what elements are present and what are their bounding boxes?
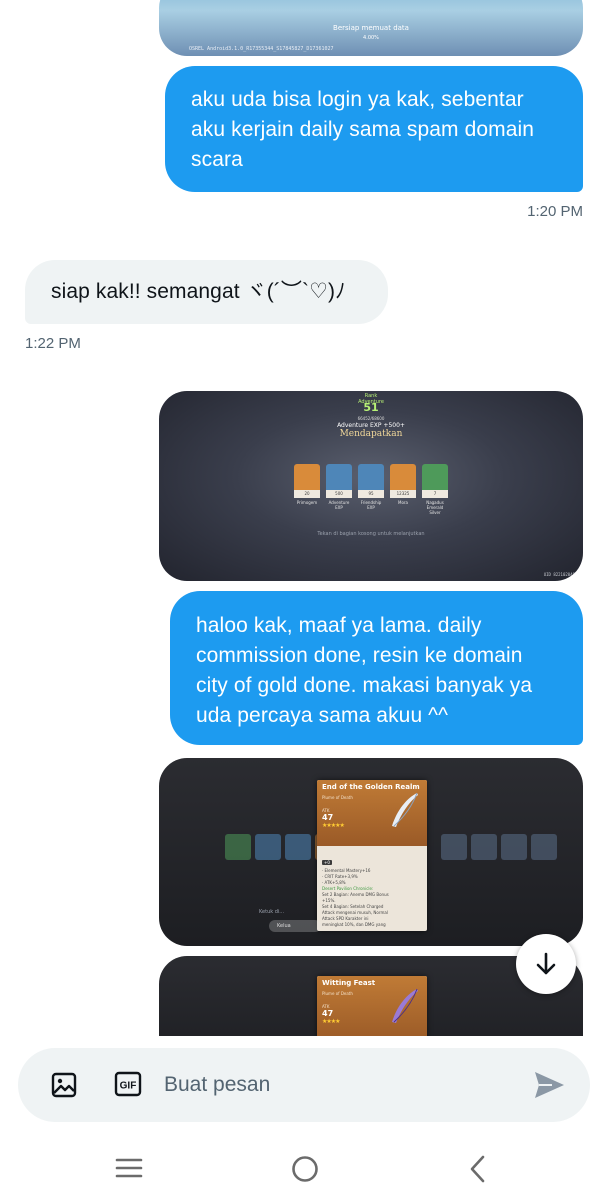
loading-text: Bersiap memuat data <box>333 24 409 32</box>
reward-count: 7 <box>422 490 448 498</box>
reward-item: 95 Friendship EXP <box>358 464 384 515</box>
message-outgoing[interactable]: aku uda bisa login ya kak, sebentar aku … <box>165 66 583 192</box>
artifact-level: +0 <box>322 860 332 865</box>
item-icon <box>255 834 281 860</box>
image-attachment-artifact[interactable]: End of the Golden Realm Plume of Death A… <box>159 758 583 946</box>
item-icon <box>225 834 251 860</box>
dm-conversation-screen: Bersiap memuat data 4.00% OSREL Android3… <box>0 0 608 1200</box>
artifact-card: Witting Feast Plume of Death ATK 47 ★★★★ <box>317 976 427 1042</box>
system-navigation-bar <box>0 1136 608 1200</box>
gif-icon[interactable]: GIF <box>114 1070 142 1098</box>
message-composer: GIF Buat pesan <box>18 1048 590 1122</box>
uid-text: UID 822102049 <box>543 572 575 577</box>
emerald-silver-icon <box>422 464 448 490</box>
image-attachment-loading-screen[interactable]: Bersiap memuat data 4.00% OSREL Android3… <box>159 0 583 56</box>
message-timestamp: 1:22 PM <box>25 335 81 352</box>
feather-icon <box>392 988 418 1023</box>
artifact-card: End of the Golden Realm Plume of Death A… <box>317 780 427 931</box>
artifact-card-body: +0 · Elemental Mastery+16 · CRIT Rate+3,… <box>317 846 427 931</box>
reward-item: 7 Nagadus Emerald Silver <box>422 464 448 515</box>
message-incoming[interactable]: siap kak!! semangat ヾ(´︶`♡)ﾉ <box>25 260 388 324</box>
continue-hint: Tekan di bagian kosong untuk melanjutkan <box>317 531 425 537</box>
artifact-card-header: Witting Feast Plume of Death ATK 47 ★★★★ <box>317 976 427 1042</box>
xp-progress: 66452/68600 <box>357 416 385 421</box>
home-icon[interactable] <box>290 1154 320 1184</box>
reward-count: 500 <box>326 490 352 498</box>
reward-name: Friendship EXP <box>360 500 382 510</box>
tap-hint: Ketuk di... <box>259 909 285 915</box>
item-icon <box>441 834 467 860</box>
item-icon <box>501 834 527 860</box>
artifact-set-line: meningkat 10%, dan DMG yang <box>322 922 386 927</box>
reward-name: Primogem <box>296 500 318 505</box>
send-icon[interactable] <box>532 1070 566 1100</box>
reward-items: 20 Primogem 500 Adventure EXP 95 Friends… <box>294 464 448 515</box>
reward-item: 12325 Mora <box>390 464 416 515</box>
rank-number: 51 <box>363 401 379 414</box>
arrow-down-icon <box>536 952 556 975</box>
reward-title: Mendapatkan <box>339 429 403 439</box>
xp-gain: Adventure EXP +500+ <box>337 422 405 429</box>
reward-count: 20 <box>294 490 320 498</box>
reward-count: 95 <box>358 490 384 498</box>
reward-count: 12325 <box>390 490 416 498</box>
image-attachment-rewards[interactable]: Rank Adventure 51 66452/68600 Adventure … <box>159 391 583 581</box>
back-icon[interactable] <box>466 1154 490 1184</box>
composer-area: GIF Buat pesan <box>0 1036 608 1136</box>
recent-apps-icon[interactable] <box>114 1154 144 1182</box>
message-timestamp: 1:20 PM <box>527 203 583 220</box>
primogem-icon <box>294 464 320 490</box>
artifact-card-header: End of the Golden Realm Plume of Death A… <box>317 780 427 846</box>
background-items-right <box>441 834 557 860</box>
reward-name: Mora <box>398 500 408 505</box>
friendship-exp-icon <box>358 464 384 490</box>
gif-label: GIF <box>120 1081 137 1092</box>
mora-icon <box>390 464 416 490</box>
reward-item: 500 Adventure EXP <box>326 464 352 515</box>
item-icon <box>531 834 557 860</box>
message-outgoing[interactable]: haloo kak, maaf ya lama. daily commissio… <box>170 591 583 745</box>
item-icon <box>285 834 311 860</box>
build-text: OSREL Android3.1.0_R17355344_S17845827_D… <box>189 46 334 52</box>
adventure-exp-icon <box>326 464 352 490</box>
reward-item: 20 Primogem <box>294 464 320 515</box>
message-input[interactable]: Buat pesan <box>164 1073 270 1097</box>
reward-name: Nagadus Emerald Silver <box>426 500 444 515</box>
feather-icon <box>392 792 418 827</box>
reward-name: Adventure EXP <box>328 500 350 510</box>
item-icon <box>471 834 497 860</box>
exit-chip: Kelua <box>269 920 321 932</box>
image-icon[interactable] <box>50 1071 78 1099</box>
scroll-to-bottom-button[interactable] <box>516 934 576 994</box>
loading-percent: 4.00% <box>363 35 379 41</box>
